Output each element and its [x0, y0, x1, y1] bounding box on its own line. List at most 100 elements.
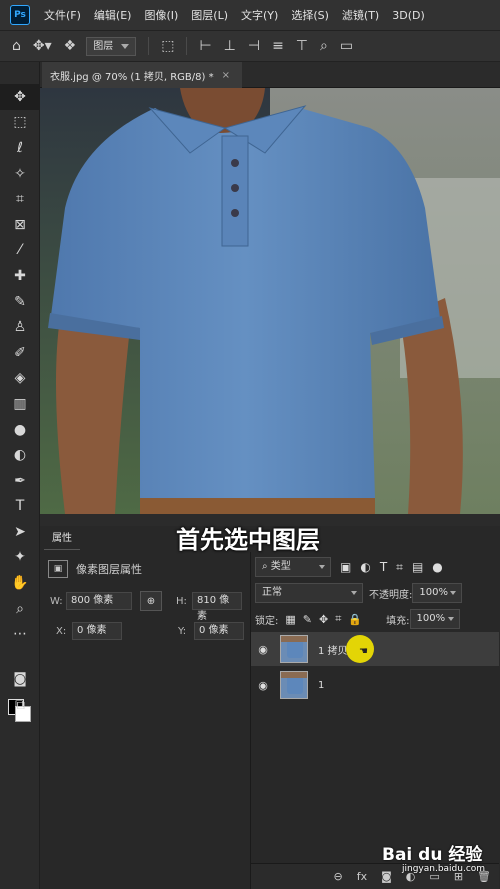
layer-style-icon[interactable]: fx — [357, 870, 367, 883]
menu-image[interactable]: 图像(I) — [144, 7, 178, 23]
fill-field[interactable]: 100% — [409, 609, 460, 629]
pointer-hand-icon: ☚ — [359, 646, 368, 657]
tab-properties[interactable]: 属性 — [44, 528, 80, 550]
pixel-filter-icon[interactable]: ▣ — [340, 560, 351, 574]
properties-header: ▣ 像素图层属性 — [48, 558, 278, 580]
auto-select-icon[interactable]: ❖ — [64, 38, 77, 54]
y-field[interactable]: 0 像素 — [194, 622, 244, 640]
tutorial-caption: 首先选中图层 — [176, 526, 320, 554]
position-row: X: 0 像素 Y: 0 像素 — [50, 622, 244, 640]
toolbar-grip — [0, 62, 39, 84]
adjustment-filter-icon[interactable]: ◐ — [360, 560, 370, 574]
photoshop-logo-icon[interactable]: Ps — [10, 5, 30, 25]
move-tool-preset-icon[interactable]: ✥▾ — [33, 38, 52, 54]
height-field[interactable]: 810 像素 — [192, 592, 242, 622]
lock-label: 锁定: — [255, 615, 279, 627]
hand-icon[interactable]: ✋ — [0, 570, 40, 596]
properties-header-label: 像素图层属性 — [76, 563, 142, 576]
baidu-watermark: Bai du 经验 jingyan.baidu.com — [382, 840, 497, 880]
shape-icon[interactable]: ✦ — [0, 545, 40, 571]
distribute-icon[interactable]: ≡ — [272, 38, 284, 54]
menu-edit[interactable]: 编辑(E) — [94, 7, 132, 23]
filter-toggle-icon[interactable]: ● — [432, 560, 442, 574]
crop-icon[interactable]: ⌗ — [0, 186, 40, 212]
lasso-icon[interactable]: ℓ — [0, 135, 40, 161]
quick-mask-icon[interactable]: ◙ — [0, 666, 40, 692]
spot-heal-icon[interactable]: ✚ — [0, 263, 40, 289]
search-icon[interactable]: ⌕ — [320, 38, 328, 54]
menu-filter[interactable]: 滤镜(T) — [342, 7, 379, 23]
edit-toolbar-icon[interactable]: ⋯ — [0, 621, 40, 647]
search-icon: ⌕ — [262, 561, 271, 572]
menu-layer[interactable]: 图层(L) — [191, 7, 228, 23]
lock-transparent-icon[interactable]: ▦ — [285, 613, 295, 626]
layer-thumbnail — [280, 671, 308, 699]
lock-row: 锁定: ▦ ✎ ✥ ⌗ 🔒 填充: 100% — [251, 608, 499, 630]
transform-controls-icon[interactable]: ⬚ — [161, 38, 174, 54]
blur-icon[interactable]: ● — [0, 417, 40, 443]
type-filter-icon[interactable]: T — [380, 560, 387, 574]
screen-mode-icon[interactable]: ⧉ — [0, 692, 40, 718]
layer-name[interactable]: 1 拷贝 — [318, 642, 348, 657]
history-brush-icon[interactable]: ✐ — [0, 340, 40, 366]
fill-label: 填充: — [386, 615, 410, 627]
y-label: Y: — [178, 625, 187, 637]
blend-row: 正常 不透明度: 100% — [251, 582, 499, 604]
auto-select-target-dropdown[interactable]: 图层 — [86, 36, 137, 56]
blend-mode-dropdown[interactable]: 正常 — [255, 583, 363, 603]
pen-icon[interactable]: ✒ — [0, 468, 40, 494]
link-layers-icon[interactable]: ⊖ — [334, 870, 343, 883]
stamp-icon[interactable]: ♙ — [0, 314, 40, 340]
zoom-icon[interactable]: ⌕ — [0, 596, 40, 622]
brush-icon[interactable]: ✎ — [0, 289, 40, 315]
link-size-icon[interactable]: ⊕ — [140, 591, 162, 611]
lock-image-icon[interactable]: ✎ — [303, 613, 312, 626]
menu-file[interactable]: 文件(F) — [44, 7, 81, 23]
align-center-icon[interactable]: ⊥ — [224, 38, 236, 54]
visibility-eye-icon[interactable]: ◉ — [251, 643, 275, 656]
align-right-icon[interactable]: ⊣ — [248, 38, 260, 54]
menu-bar: Ps 文件(F) 编辑(E) 图像(I) 图层(L) 文字(Y) 选择(S) 滤… — [0, 0, 500, 30]
options-bar: ⌂ ✥▾ ❖ 图层 ⬚ ⊢ ⊥ ⊣ ≡ ⊤ ⌕ ▭ — [0, 30, 500, 62]
home-icon[interactable]: ⌂ — [12, 38, 21, 54]
menu-select[interactable]: 选择(S) — [291, 7, 329, 23]
path-select-icon[interactable]: ➤ — [0, 519, 40, 545]
gradient-icon[interactable]: ▥ — [0, 391, 40, 417]
magic-wand-icon[interactable]: ✧ — [0, 161, 40, 187]
frame-icon[interactable]: ⊠ — [0, 212, 40, 238]
filter-kind-label: 类型 — [270, 561, 291, 572]
eyedropper-icon[interactable]: ⁄ — [0, 238, 40, 264]
opacity-label: 不透明度: — [369, 589, 413, 601]
eraser-icon[interactable]: ◈ — [0, 366, 40, 392]
photo-shirt — [40, 88, 500, 514]
type-icon[interactable]: T — [0, 494, 40, 520]
marquee-icon[interactable]: ⬚ — [0, 110, 40, 136]
dodge-icon[interactable]: ◐ — [0, 442, 40, 468]
pixel-layer-icon: ▣ — [48, 560, 68, 578]
document-canvas[interactable] — [40, 88, 500, 514]
lock-position-icon[interactable]: ✥ — [319, 613, 328, 626]
shape-filter-icon[interactable]: ⌗ — [396, 560, 403, 575]
x-field[interactable]: 0 像素 — [72, 622, 122, 640]
watermark-url: jingyan.baidu.com — [402, 864, 486, 874]
layer-row[interactable]: ◉ 1 拷贝 ☚ — [251, 632, 499, 666]
tools-panel: ✥ ⬚ ℓ ✧ ⌗ ⊠ ⁄ ✚ ✎ ♙ ✐ ◈ ▥ ● ◐ ✒ T ➤ ✦ ✋ … — [0, 62, 40, 889]
workspace-icon[interactable]: ▭ — [340, 38, 353, 54]
layer-name[interactable]: 1 — [318, 680, 324, 691]
filter-kind-dropdown[interactable]: ⌕ 类型 — [255, 557, 331, 577]
menu-3d[interactable]: 3D(D) — [392, 9, 425, 22]
align-top-icon[interactable]: ⊤ — [296, 38, 308, 54]
layer-row[interactable]: ◉ 1 — [251, 668, 499, 702]
smart-object-filter-icon[interactable]: ▤ — [412, 560, 423, 574]
align-left-icon[interactable]: ⊢ — [199, 38, 211, 54]
visibility-eye-icon[interactable]: ◉ — [251, 679, 275, 692]
lock-all-icon[interactable]: 🔒 — [348, 613, 362, 626]
divider — [186, 37, 188, 55]
menu-type[interactable]: 文字(Y) — [241, 7, 278, 23]
lock-artboard-icon[interactable]: ⌗ — [335, 612, 341, 626]
opacity-field[interactable]: 100% — [412, 583, 463, 603]
width-field[interactable]: 800 像素 — [66, 592, 132, 610]
move-icon[interactable]: ✥ — [0, 84, 40, 110]
document-tab[interactable]: 衣服.jpg @ 70% (1 拷贝, RGB/8) * × — [42, 62, 242, 88]
close-icon[interactable]: × — [222, 70, 230, 81]
